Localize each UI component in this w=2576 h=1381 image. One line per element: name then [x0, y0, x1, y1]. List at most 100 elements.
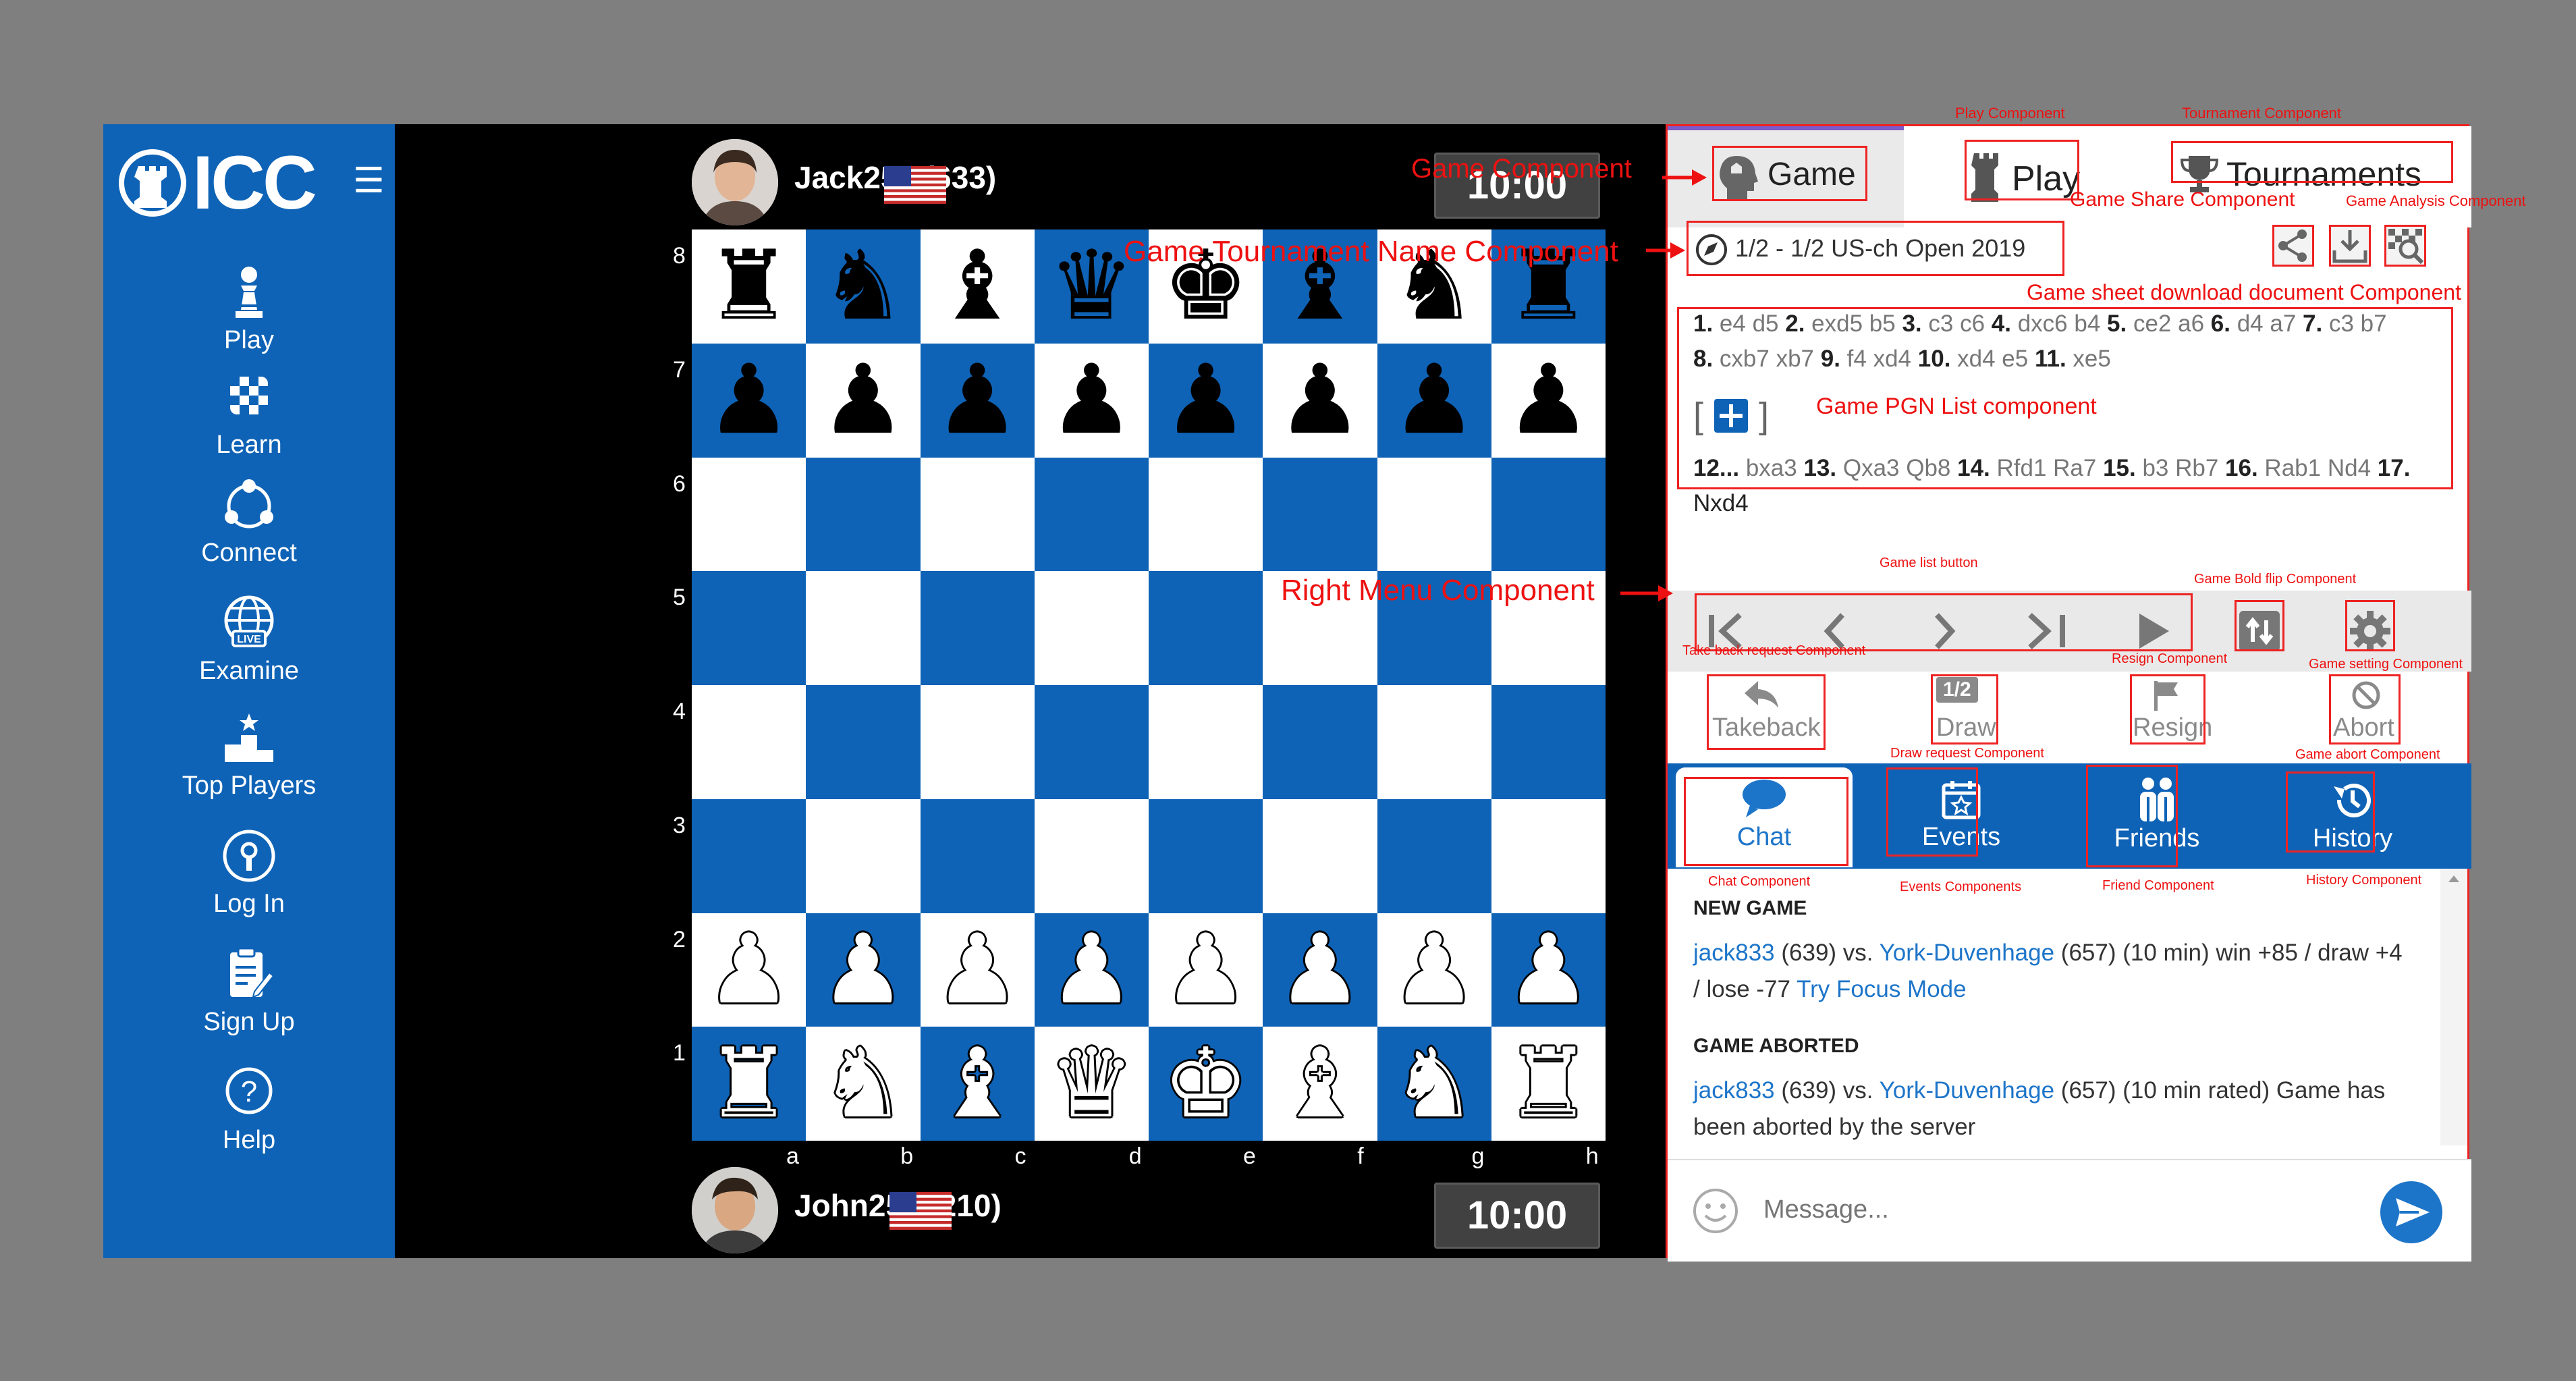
square-a7[interactable]: ♟	[692, 343, 806, 458]
sidebar-item-sign-up[interactable]: Sign Up	[103, 944, 395, 1037]
square-e4[interactable]	[1149, 685, 1263, 799]
focus-mode-link[interactable]: Try Focus Mode	[1797, 976, 1967, 1002]
square-e5[interactable]	[1149, 571, 1263, 685]
square-c1[interactable]: ♝	[920, 1027, 1035, 1141]
icc-logo[interactable]: ICC	[115, 139, 317, 227]
black-pawn-icon[interactable]: ♟	[820, 352, 906, 448]
square-b5[interactable]	[806, 571, 921, 685]
white-pawn-icon[interactable]: ♟	[934, 921, 1020, 1018]
square-g1[interactable]: ♞	[1377, 1027, 1491, 1141]
send-icon[interactable]	[2380, 1181, 2443, 1244]
square-e2[interactable]: ♟	[1149, 913, 1263, 1027]
black-pawn-icon[interactable]: ♟	[1049, 352, 1134, 448]
sidebar-item-top-players[interactable]: Top Players	[103, 708, 395, 801]
square-d7[interactable]: ♟	[1034, 343, 1149, 458]
square-a4[interactable]	[692, 685, 806, 799]
user-link[interactable]: York-Duvenhage	[1880, 1077, 2054, 1104]
square-f1[interactable]: ♝	[1263, 1027, 1377, 1141]
white-bishop-icon[interactable]: ♝	[934, 1035, 1020, 1132]
square-b2[interactable]: ♟	[806, 913, 921, 1027]
square-h2[interactable]: ♟	[1491, 913, 1606, 1027]
white-pawn-icon[interactable]: ♟	[1391, 921, 1477, 1018]
message-input[interactable]	[1762, 1187, 2372, 1232]
square-e3[interactable]	[1149, 798, 1263, 913]
user-link[interactable]: York-Duvenhage	[1880, 940, 2054, 966]
square-c7[interactable]: ♟	[920, 343, 1035, 458]
white-king-icon[interactable]: ♚	[1163, 1035, 1249, 1132]
square-c8[interactable]: ♝	[920, 229, 1035, 344]
white-pawn-icon[interactable]: ♟	[1163, 921, 1249, 1018]
square-c6[interactable]	[920, 457, 1035, 572]
chess-board[interactable]: ♜ ♞ ♝ ♛ ♚ ♝ ♞ ♜ ♟ ♟ ♟ ♟ ♟ ♟ ♟ ♟ ♟ ♟ ♟ ♟ ♟ ♟ ♟ ♟ ♜ ♞ ♝ ♛ ♚ ♝ ♞ ♜	[692, 229, 1606, 1141]
square-d2[interactable]: ♟	[1034, 913, 1149, 1027]
hamburger-icon[interactable]: ☰	[353, 163, 385, 198]
square-g2[interactable]: ♟	[1377, 913, 1491, 1027]
square-g4[interactable]	[1377, 685, 1491, 799]
white-rook-icon[interactable]: ♜	[706, 1035, 792, 1132]
black-queen-icon[interactable]: ♛	[1049, 238, 1134, 334]
black-pawn-icon[interactable]: ♟	[1163, 352, 1249, 448]
square-c5[interactable]	[920, 571, 1035, 685]
black-rook-icon[interactable]: ♜	[706, 238, 792, 334]
square-b8[interactable]: ♞	[806, 229, 921, 344]
square-d1[interactable]: ♛	[1034, 1027, 1149, 1141]
white-pawn-icon[interactable]: ♟	[706, 921, 792, 1018]
square-g7[interactable]: ♟	[1377, 343, 1491, 458]
square-e6[interactable]	[1149, 457, 1263, 572]
white-queen-icon[interactable]: ♛	[1049, 1035, 1134, 1132]
square-c3[interactable]	[920, 798, 1035, 913]
square-a1[interactable]: ♜	[692, 1027, 806, 1141]
square-f6[interactable]	[1263, 457, 1377, 572]
bottom-player-avatar[interactable]	[692, 1167, 778, 1253]
sidebar-item-examine[interactable]: LIVE Examine	[103, 593, 395, 686]
black-pawn-icon[interactable]: ♟	[934, 352, 1020, 448]
white-knight-icon[interactable]: ♞	[1391, 1035, 1477, 1132]
square-h1[interactable]: ♜	[1491, 1027, 1606, 1141]
sidebar-item-help[interactable]: ? Help	[103, 1062, 395, 1155]
square-d6[interactable]	[1034, 457, 1149, 572]
square-f4[interactable]	[1263, 685, 1377, 799]
square-h7[interactable]: ♟	[1491, 343, 1606, 458]
white-pawn-icon[interactable]: ♟	[820, 921, 906, 1018]
white-pawn-icon[interactable]: ♟	[1277, 921, 1363, 1018]
square-b3[interactable]	[806, 798, 921, 913]
black-pawn-icon[interactable]: ♟	[706, 352, 792, 448]
square-h4[interactable]	[1491, 685, 1606, 799]
black-pawn-icon[interactable]: ♟	[1506, 352, 1591, 448]
black-pawn-icon[interactable]: ♟	[1277, 352, 1363, 448]
square-f7[interactable]: ♟	[1263, 343, 1377, 458]
square-d4[interactable]	[1034, 685, 1149, 799]
square-e1[interactable]: ♚	[1149, 1027, 1263, 1141]
white-knight-icon[interactable]: ♞	[820, 1035, 906, 1132]
square-d5[interactable]	[1034, 571, 1149, 685]
sidebar-item-connect[interactable]: Connect	[103, 475, 395, 568]
square-h3[interactable]	[1491, 798, 1606, 913]
square-b7[interactable]: ♟	[806, 343, 921, 458]
user-link[interactable]: jack833	[1693, 1077, 1775, 1104]
white-pawn-icon[interactable]: ♟	[1506, 921, 1591, 1018]
white-bishop-icon[interactable]: ♝	[1277, 1035, 1363, 1132]
square-d3[interactable]	[1034, 798, 1149, 913]
square-h6[interactable]	[1491, 457, 1606, 572]
square-a3[interactable]	[692, 798, 806, 913]
black-pawn-icon[interactable]: ♟	[1391, 352, 1477, 448]
square-a6[interactable]	[692, 457, 806, 572]
square-g3[interactable]	[1377, 798, 1491, 913]
user-link[interactable]: jack833	[1693, 940, 1775, 966]
square-c4[interactable]	[920, 685, 1035, 799]
square-b6[interactable]	[806, 457, 921, 572]
square-f3[interactable]	[1263, 798, 1377, 913]
emoji-icon[interactable]	[1692, 1187, 1739, 1235]
white-rook-icon[interactable]: ♜	[1506, 1035, 1591, 1132]
black-knight-icon[interactable]: ♞	[820, 238, 906, 334]
square-a8[interactable]: ♜	[692, 229, 806, 344]
square-b1[interactable]: ♞	[806, 1027, 921, 1141]
black-bishop-icon[interactable]: ♝	[934, 238, 1020, 334]
sidebar-item-log-in[interactable]: Log In	[103, 826, 395, 919]
square-b4[interactable]	[806, 685, 921, 799]
white-pawn-icon[interactable]: ♟	[1049, 921, 1134, 1018]
square-g6[interactable]	[1377, 457, 1491, 572]
square-f2[interactable]: ♟	[1263, 913, 1377, 1027]
square-a2[interactable]: ♟	[692, 913, 806, 1027]
top-player-avatar[interactable]	[692, 139, 778, 225]
